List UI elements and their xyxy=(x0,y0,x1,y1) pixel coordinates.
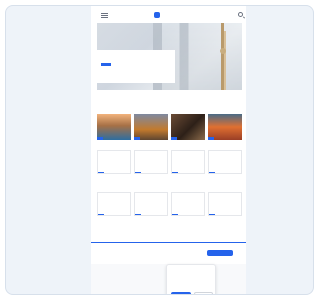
article-tag xyxy=(134,137,140,140)
cookie-accept-button[interactable] xyxy=(171,292,191,294)
article-card[interactable] xyxy=(134,192,168,232)
article-thumbnail[interactable] xyxy=(171,192,205,216)
article-thumbnail[interactable] xyxy=(208,150,242,174)
newsletter-button[interactable] xyxy=(207,250,233,256)
article-thumbnail[interactable] xyxy=(134,150,168,174)
article-tag xyxy=(135,214,141,215)
cookie-reject-button[interactable] xyxy=(194,292,213,294)
featured-article-panel xyxy=(97,50,175,83)
article-card[interactable] xyxy=(134,150,168,192)
cookie-consent-banner xyxy=(166,264,216,294)
article-title[interactable] xyxy=(208,218,242,224)
website-page xyxy=(91,6,246,294)
keys-image xyxy=(220,23,226,90)
article-thumbnail[interactable] xyxy=(171,150,205,174)
article-thumbnail[interactable] xyxy=(97,192,131,216)
article-title[interactable] xyxy=(171,142,205,148)
article-tag xyxy=(97,137,103,140)
menu-icon[interactable] xyxy=(101,13,108,18)
article-tag xyxy=(209,172,215,173)
cookie-banner-text xyxy=(171,275,213,287)
article-title[interactable] xyxy=(134,176,168,182)
article-title[interactable] xyxy=(134,218,168,224)
article-tag xyxy=(171,137,177,140)
featured-article-tag xyxy=(101,63,111,66)
article-thumbnail[interactable] xyxy=(134,114,168,140)
article-title[interactable] xyxy=(134,142,168,148)
section-divider xyxy=(91,242,246,243)
article-title[interactable] xyxy=(208,142,242,148)
article-thumbnail[interactable] xyxy=(134,192,168,216)
site-header xyxy=(91,6,246,22)
article-thumbnail[interactable] xyxy=(208,114,242,140)
article-grid xyxy=(97,114,242,232)
article-card[interactable] xyxy=(171,150,205,192)
article-tag xyxy=(172,172,178,173)
screenshot-frame xyxy=(5,5,314,295)
article-card[interactable] xyxy=(134,114,168,150)
article-card[interactable] xyxy=(208,114,242,150)
article-tag xyxy=(98,172,104,173)
newsletter-bar xyxy=(91,248,246,258)
article-title[interactable] xyxy=(171,176,205,182)
article-tag xyxy=(172,214,178,215)
site-logo[interactable] xyxy=(154,12,160,18)
article-card[interactable] xyxy=(208,150,242,192)
article-title[interactable] xyxy=(208,176,242,182)
article-thumbnail[interactable] xyxy=(97,150,131,174)
article-thumbnail[interactable] xyxy=(208,192,242,216)
article-title[interactable] xyxy=(171,218,205,224)
article-card[interactable] xyxy=(97,192,131,232)
article-tag xyxy=(135,172,141,173)
search-icon[interactable] xyxy=(238,12,243,17)
article-tag xyxy=(98,214,104,215)
article-title[interactable] xyxy=(97,218,131,224)
featured-article[interactable] xyxy=(97,23,242,90)
article-card[interactable] xyxy=(97,114,131,150)
article-title[interactable] xyxy=(97,176,131,182)
article-card[interactable] xyxy=(97,150,131,192)
article-thumbnail[interactable] xyxy=(171,114,205,140)
article-tag xyxy=(209,214,215,215)
article-title[interactable] xyxy=(97,142,131,148)
article-card[interactable] xyxy=(208,192,242,232)
article-thumbnail[interactable] xyxy=(97,114,131,140)
article-card[interactable] xyxy=(171,114,205,150)
article-tag xyxy=(208,137,214,140)
article-card[interactable] xyxy=(171,192,205,232)
